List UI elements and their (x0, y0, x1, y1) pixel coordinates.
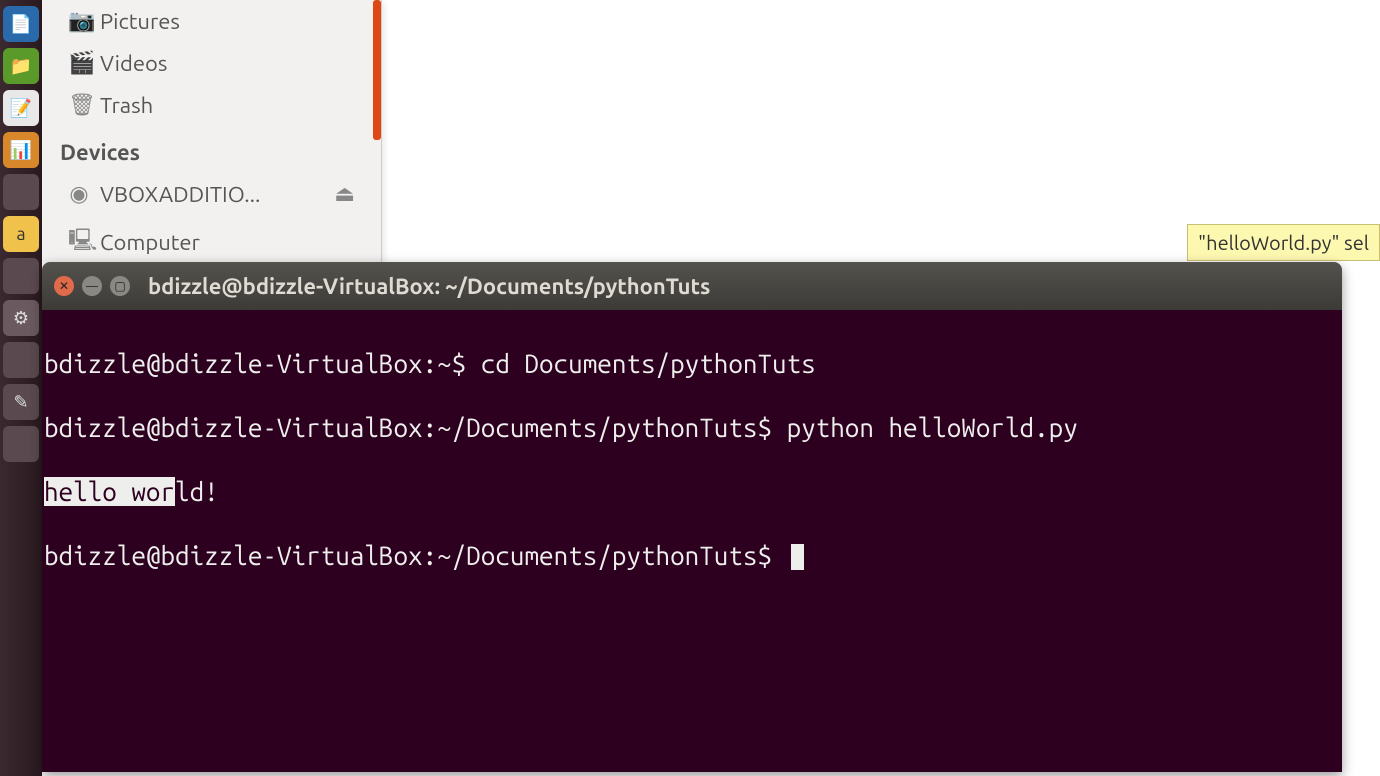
launcher-item-generic-2[interactable] (3, 258, 39, 294)
launcher-item-files[interactable]: 📁 (3, 48, 39, 84)
launcher-item-generic-3[interactable] (3, 342, 39, 378)
video-icon: 🎬 (68, 50, 90, 76)
launcher-item-impress[interactable]: 📊 (3, 132, 39, 168)
selected-text: hello wor (44, 477, 175, 506)
terminal-body[interactable]: bdizzle@bdizzle-VirtualBox:~$ cd Documen… (42, 310, 1342, 772)
files-sidebar: 📷 Pictures 🎬 Videos 🗑 Trash Devices ◉ VB… (42, 0, 382, 262)
prompt: bdizzle@bdizzle-VirtualBox:~/Documents/p… (44, 541, 787, 570)
selection-tooltip: "helloWorld.py" sel (1187, 224, 1380, 261)
disc-icon: ◉ (68, 181, 90, 207)
camera-icon: 📷 (68, 8, 90, 34)
terminal-window: ✕ — ▢ bdizzle@bdizzle-VirtualBox: ~/Docu… (42, 262, 1342, 772)
sidebar-item-label: Pictures (100, 9, 180, 34)
launcher-item-doc[interactable]: 📄 (3, 6, 39, 42)
output-text: ld! (175, 477, 219, 506)
window-title: bdizzle@bdizzle-VirtualBox: ~/Documents/… (148, 274, 710, 299)
devices-header: Devices (52, 126, 371, 173)
close-button[interactable]: ✕ (54, 276, 74, 296)
terminal-line: bdizzle@bdizzle-VirtualBox:~/Documents/p… (42, 540, 1342, 572)
command-text: python helloWorld.py (787, 413, 1078, 442)
sidebar-item-videos[interactable]: 🎬 Videos (52, 42, 371, 84)
sidebar-item-trash[interactable]: 🗑 Trash (52, 84, 371, 126)
sidebar-item-vbox[interactable]: ◉ VBOXADDITIO... ⏏ (52, 173, 371, 215)
launcher-item-settings[interactable]: ⚙ (3, 300, 39, 336)
tooltip-text: "helloWorld.py" sel (1198, 231, 1369, 254)
trash-icon: 🗑 (68, 92, 90, 118)
launcher-item-editor[interactable]: ✎ (3, 384, 39, 420)
sidebar-item-label: Videos (100, 51, 167, 76)
launcher-item-generic-1[interactable] (3, 174, 39, 210)
terminal-line: bdizzle@bdizzle-VirtualBox:~$ cd Documen… (42, 348, 1342, 380)
scrollbar-indicator[interactable] (373, 0, 381, 140)
terminal-line: bdizzle@bdizzle-VirtualBox:~/Documents/p… (42, 412, 1342, 444)
files-content-area[interactable] (382, 0, 1380, 262)
minimize-button[interactable]: — (82, 276, 102, 296)
maximize-button[interactable]: ▢ (110, 276, 130, 296)
terminal-cursor (791, 544, 804, 570)
sidebar-item-pictures[interactable]: 📷 Pictures (52, 0, 371, 42)
command-text: cd Documents/pythonTuts (481, 349, 816, 378)
unity-launcher: 📄 📁 📝 📊 a ⚙ ✎ (0, 0, 42, 776)
launcher-item-writer[interactable]: 📝 (3, 90, 39, 126)
sidebar-item-label: VBOXADDITIO... (100, 182, 260, 207)
prompt: bdizzle@bdizzle-VirtualBox:~/Documents/p… (44, 413, 787, 442)
terminal-titlebar[interactable]: ✕ — ▢ bdizzle@bdizzle-VirtualBox: ~/Docu… (42, 262, 1342, 310)
eject-icon[interactable]: ⏏ (334, 181, 355, 207)
sidebar-item-computer[interactable]: 🖳 Computer (52, 215, 371, 269)
computer-icon: 🖳 (68, 223, 90, 261)
terminal-output: hello world! (42, 476, 1342, 508)
launcher-item-amazon[interactable]: a (3, 216, 39, 252)
sidebar-item-label: Trash (100, 93, 153, 118)
launcher-item-generic-4[interactable] (3, 426, 39, 462)
prompt: bdizzle@bdizzle-VirtualBox:~$ (44, 349, 481, 378)
sidebar-item-label: Computer (100, 230, 200, 255)
